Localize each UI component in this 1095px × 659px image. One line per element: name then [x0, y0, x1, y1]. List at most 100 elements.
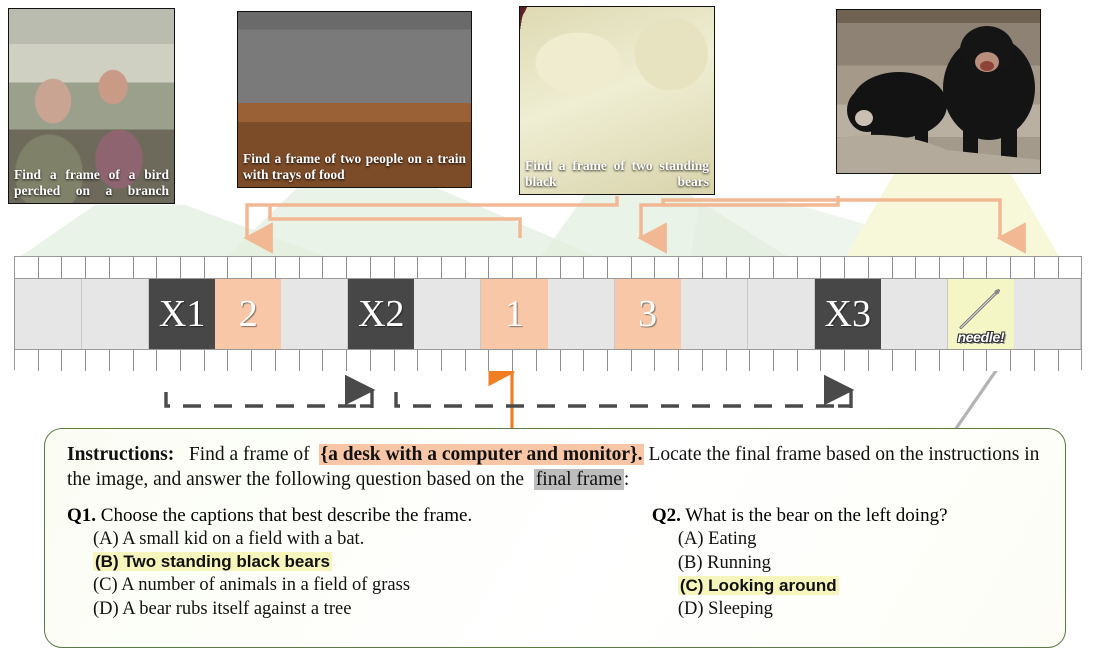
question-1-block: Q1. Choose the captions that best descri…: [67, 505, 652, 621]
filmstrip-perforation: [1058, 350, 1082, 371]
q1-option-d[interactable]: (D) A bear rubs itself against a tree: [67, 597, 652, 621]
filmstrip-frame[interactable]: 2: [215, 279, 282, 349]
needle-label: needle!: [957, 329, 1005, 345]
filmstrip-perforation: [323, 350, 348, 371]
filmstrip-perforation: [1034, 257, 1059, 278]
filmstrip-perforation: [465, 257, 490, 278]
q2-option-d-key: (D): [677, 599, 704, 620]
filmstrip-frame-label: 2: [238, 293, 258, 335]
filmstrip-perforation: [418, 257, 442, 278]
filmstrip-perforation: [181, 350, 205, 371]
filmstrip-frame[interactable]: [82, 279, 150, 349]
filmstrip-perforation: [892, 257, 917, 278]
filmstrip-perforation: [679, 257, 703, 278]
filmstrip-perforations-bottom: [15, 349, 1082, 371]
q1-option-b[interactable]: (B) Two standing black bears: [67, 551, 652, 573]
filmstrip-frame[interactable]: [680, 279, 748, 349]
q2-option-d-text: Sleeping: [708, 599, 773, 620]
filmstrip-frame[interactable]: [414, 279, 482, 349]
filmstrip-perforation: [275, 257, 300, 278]
filmstrip-perforation: [750, 257, 774, 278]
filmstrip-perforation: [584, 350, 608, 371]
q2-option-b-key: (B): [677, 552, 703, 573]
q2-option-a[interactable]: (A) Eating: [652, 527, 1045, 551]
filmstrip-perforation: [441, 350, 466, 371]
query-card-caption: Find a frame of two standing black bears: [525, 158, 709, 190]
query-card-train[interactable]: Find a frame of two people on a train wi…: [237, 11, 472, 188]
filmstrip-frame[interactable]: [547, 279, 615, 349]
q1-option-b-text: Two standing black bears: [123, 551, 330, 571]
filmstrip-frame-label: X1: [158, 293, 206, 335]
filmstrip-perforation: [963, 350, 988, 371]
question-1-number: Q1.: [67, 504, 97, 526]
query-card-bears[interactable]: Find a frame of two standing black bears: [519, 6, 715, 195]
filmstrip-perforation: [821, 257, 846, 278]
filmstrip-perforation: [133, 350, 158, 371]
filmstrip-perforation: [1058, 257, 1082, 278]
filmstrip-perforation: [252, 257, 276, 278]
filmstrip-perforation: [774, 350, 798, 371]
filmstrip-perforation: [15, 350, 39, 371]
final-frame-highlight: final frame: [533, 468, 624, 490]
filmstrip-perforation: [228, 350, 253, 371]
filmstrip-perforation: [1034, 350, 1059, 371]
query-card-caption: Find a frame of a bird perched on a bran…: [14, 167, 169, 199]
filmstrip-perforation: [299, 257, 324, 278]
filmstrip-perforation: [86, 350, 110, 371]
filmstrip-perforation: [513, 350, 537, 371]
question-1-text: Choose the captions that best describe t…: [100, 504, 473, 526]
filmstrip-frame[interactable]: [281, 279, 349, 349]
filmstrip-perforation: [655, 350, 680, 371]
filmstrip-perforation: [821, 350, 846, 371]
instructions-lead: Find a frame of: [188, 444, 310, 465]
filmstrip-needle-frame[interactable]: needle!: [947, 279, 1014, 349]
query-card-bird[interactable]: Find a frame of a bird perched on a bran…: [8, 8, 175, 204]
q2-option-a-text: Eating: [708, 528, 757, 549]
filmstrip-frame[interactable]: X2: [348, 279, 415, 349]
filmstrip-perforation: [38, 350, 63, 371]
filmstrip-perforation: [133, 257, 158, 278]
filmstrip-perforation: [726, 350, 751, 371]
filmstrip-perforation: [418, 350, 442, 371]
filmstrip-frame[interactable]: [1013, 279, 1081, 349]
q2-option-c[interactable]: (C) Looking around: [652, 575, 1045, 597]
filmstrip-perforation: [750, 350, 774, 371]
filmstrip-frame[interactable]: [880, 279, 948, 349]
filmstrip-perforation: [370, 350, 395, 371]
q2-option-b[interactable]: (B) Running: [652, 551, 1045, 575]
query-card-caption: Find a frame of two people on a train wi…: [243, 151, 466, 183]
question-2-number: Q2.: [651, 504, 681, 526]
filmstrip-perforation: [109, 350, 134, 371]
filmstrip-perforation: [916, 257, 941, 278]
filmstrip-perforation: [536, 350, 561, 371]
filmstrip-perforation: [228, 257, 253, 278]
filmstrip-perforation: [489, 350, 514, 371]
q2-option-d[interactable]: (D) Sleeping: [652, 597, 1045, 621]
needle-icon: [959, 289, 1001, 330]
filmstrip-perforation: [62, 257, 87, 278]
filmstrip-perforation: [560, 257, 585, 278]
filmstrip: X1 2 X2 1 3 X3 needle!: [14, 256, 1082, 371]
filmstrip-frame-label: X3: [824, 293, 871, 335]
filmstrip-perforation: [394, 257, 419, 278]
q1-option-a-text: A small kid on a field with a bat.: [122, 528, 365, 549]
filmstrip-frame[interactable]: 1: [481, 279, 548, 349]
filmstrip-perforation: [940, 257, 964, 278]
filmstrip-frame[interactable]: X3: [814, 279, 881, 349]
q1-option-d-text: A bear rubs itself against a tree: [122, 599, 352, 620]
filmstrip-frame[interactable]: X1: [149, 279, 216, 349]
filmstrip-frame[interactable]: [15, 279, 83, 349]
filmstrip-perforation: [204, 257, 229, 278]
answer-frame-image[interactable]: [836, 9, 1041, 174]
filmstrip-frame[interactable]: 3: [614, 279, 681, 349]
filmstrip-perforation: [157, 350, 182, 371]
filmstrip-perforation: [86, 257, 110, 278]
filmstrip-frame[interactable]: [747, 279, 815, 349]
filmstrip-perforation: [38, 257, 63, 278]
q1-option-a[interactable]: (A) A small kid on a field with a bat.: [67, 527, 652, 551]
q1-option-c[interactable]: (C) A number of animals in a field of gr…: [67, 573, 652, 597]
filmstrip-perforation: [702, 257, 727, 278]
filmstrip-perforation: [607, 350, 632, 371]
filmstrip-perforation: [940, 350, 964, 371]
filmstrip-perforation: [702, 350, 727, 371]
